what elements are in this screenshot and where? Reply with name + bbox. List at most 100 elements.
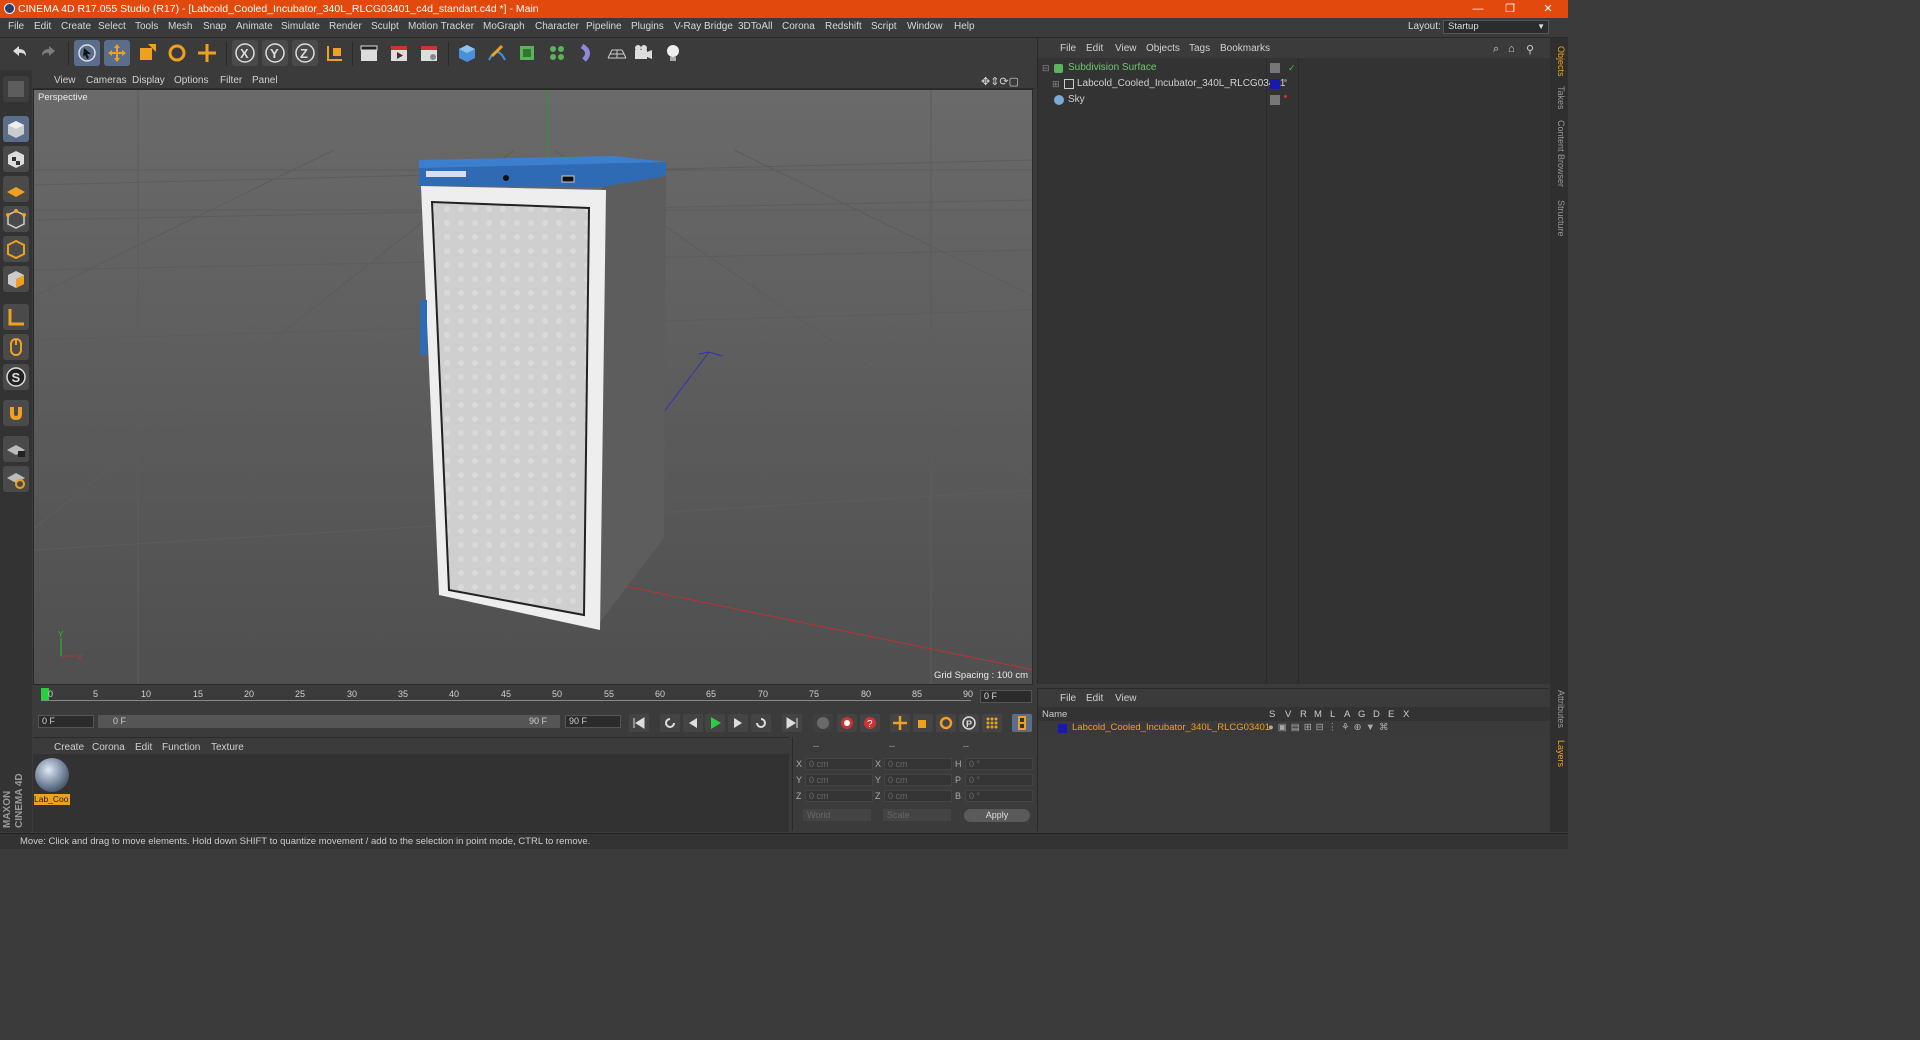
menu-simulate[interactable]: Simulate <box>281 21 320 32</box>
start-frame-field[interactable]: 0 F <box>38 715 94 728</box>
menu-create[interactable]: Create <box>61 21 91 32</box>
menu-script[interactable]: Script <box>871 21 897 32</box>
material-swatch[interactable] <box>35 758 69 792</box>
y-axis-lock[interactable]: Y <box>262 40 288 66</box>
layout-dropdown[interactable]: Startup ▼ <box>1443 20 1549 34</box>
menu-animate[interactable]: Animate <box>236 21 273 32</box>
obj-menu-bookmarks[interactable]: Bookmarks <box>1220 43 1270 54</box>
play-button[interactable] <box>705 714 725 732</box>
tab-layers[interactable]: Layers <box>1552 740 1566 767</box>
add-floor-button[interactable] <box>604 40 630 66</box>
vp-menu-display[interactable]: Display <box>132 75 165 86</box>
object-row-incubator[interactable]: ⊞ Labcold_Cooled_Incubator_340L_RLCG0340… <box>1038 76 1550 92</box>
size-z-field[interactable]: 0 cm <box>884 790 952 802</box>
menu-plugins[interactable]: Plugins <box>631 21 664 32</box>
mat-menu-texture[interactable]: Texture <box>211 742 244 753</box>
keyframe-selection-button[interactable]: ? <box>860 714 880 732</box>
scale-tool[interactable] <box>134 40 160 66</box>
position-x-field[interactable]: 0 cm <box>805 758 873 770</box>
record-point-level-button[interactable] <box>982 714 1002 732</box>
object-row-subdivision[interactable]: ⊟ Subdivision Surface ✓ <box>1038 60 1550 76</box>
snap-button[interactable] <box>3 400 29 426</box>
tab-takes[interactable]: Takes <box>1552 86 1566 110</box>
mat-menu-corona[interactable]: Corona <box>92 742 125 753</box>
menu-window[interactable]: Window <box>907 21 943 32</box>
menu-redshift[interactable]: Redshift <box>825 21 862 32</box>
size-x-field[interactable]: 0 cm <box>884 758 952 770</box>
texture-mode-button[interactable] <box>3 146 29 172</box>
menu-edit[interactable]: Edit <box>34 21 51 32</box>
solo-mode-button[interactable]: S <box>3 364 29 390</box>
edit-render-settings-button[interactable] <box>416 40 442 66</box>
edges-mode-button[interactable] <box>3 236 29 262</box>
add-pen-button[interactable] <box>484 40 510 66</box>
home-icon[interactable]: ⌂ <box>1508 43 1515 55</box>
go-to-end-button[interactable] <box>782 714 802 732</box>
transform-mode-dropdown[interactable]: Scale <box>883 809 951 821</box>
rotation-b-field[interactable]: 0 ° <box>965 790 1033 802</box>
menu-render[interactable]: Render <box>329 21 362 32</box>
locked-workplane-button[interactable] <box>3 436 29 462</box>
z-axis-lock[interactable]: Z <box>292 40 318 66</box>
menu-pipeline[interactable]: Pipeline <box>586 21 622 32</box>
tab-attributes[interactable]: Attributes <box>1552 690 1566 728</box>
menu-vray-bridge[interactable]: V-Ray Bridge <box>674 21 733 32</box>
workplane-mode-button[interactable] <box>3 176 29 202</box>
menu-corona[interactable]: Corona <box>782 21 815 32</box>
obj-menu-objects[interactable]: Objects <box>1146 43 1180 54</box>
size-y-field[interactable]: 0 cm <box>884 774 952 786</box>
layer-menu-edit[interactable]: Edit <box>1086 693 1103 704</box>
make-editable-button[interactable] <box>3 76 29 102</box>
add-mograph-button[interactable] <box>544 40 570 66</box>
end-frame-field[interactable]: 90 F <box>565 715 621 728</box>
viewport-navigation-icons[interactable]: ✥⇕⟳▢ <box>981 75 1019 88</box>
timeline-ruler[interactable]: 0 5 10 15 20 25 30 35 40 45 50 55 60 65 … <box>33 686 1035 714</box>
menu-motion-tracker[interactable]: Motion Tracker <box>408 21 474 32</box>
record-rotation-button[interactable] <box>936 714 956 732</box>
minimize-button[interactable]: — <box>1460 0 1496 18</box>
menu-mograph[interactable]: MoGraph <box>483 21 525 32</box>
obj-menu-file[interactable]: File <box>1060 43 1076 54</box>
record-parameter-button[interactable]: P <box>959 714 979 732</box>
expand-icon[interactable]: ⊞ <box>1052 76 1060 92</box>
menu-select[interactable]: Select <box>98 21 126 32</box>
tab-objects[interactable]: Objects <box>1552 46 1566 77</box>
rotation-h-field[interactable]: 0 ° <box>965 758 1033 770</box>
add-camera-button[interactable] <box>630 40 656 66</box>
last-tool[interactable] <box>194 40 220 66</box>
coordinate-space-dropdown[interactable]: World <box>803 809 871 821</box>
render-view-button[interactable] <box>356 40 382 66</box>
rotation-p-field[interactable]: 0 ° <box>965 774 1033 786</box>
vp-menu-options[interactable]: Options <box>174 75 208 86</box>
mat-menu-create[interactable]: Create <box>54 742 84 753</box>
restore-button[interactable]: ❐ <box>1492 0 1528 18</box>
obj-menu-view[interactable]: View <box>1115 43 1137 54</box>
menu-snap[interactable]: Snap <box>203 21 226 32</box>
rotate-tool[interactable] <box>164 40 190 66</box>
axis-mode-button[interactable] <box>3 304 29 330</box>
vp-menu-panel[interactable]: Panel <box>252 75 278 86</box>
vp-menu-filter[interactable]: Filter <box>220 75 242 86</box>
vp-menu-cameras[interactable]: Cameras <box>86 75 127 86</box>
mat-menu-function[interactable]: Function <box>162 742 200 753</box>
render-to-picture-viewer-button[interactable] <box>386 40 412 66</box>
object-row-sky[interactable]: Sky <box>1038 92 1550 108</box>
add-subdivision-button[interactable] <box>514 40 540 66</box>
enabled-check-icon[interactable]: ✓ <box>1288 60 1296 76</box>
menu-help[interactable]: Help <box>954 21 975 32</box>
record-position-button[interactable] <box>890 714 910 732</box>
live-selection-tool[interactable] <box>74 40 100 66</box>
next-frame-button[interactable] <box>728 714 748 732</box>
next-key-button[interactable] <box>751 714 771 732</box>
previous-frame-button[interactable] <box>683 714 703 732</box>
x-axis-lock[interactable]: X <box>232 40 258 66</box>
menu-file[interactable]: File <box>8 21 24 32</box>
material-name[interactable]: Lab_Coo <box>34 794 70 805</box>
current-frame-field[interactable]: 0 F <box>980 690 1032 703</box>
frame-range-slider[interactable]: 0 F 90 F <box>98 715 560 728</box>
close-button[interactable]: ✕ <box>1530 0 1566 18</box>
add-light-button[interactable] <box>660 40 686 66</box>
layer-menu-file[interactable]: File <box>1060 693 1076 704</box>
visibility-dot-icon[interactable] <box>1284 79 1287 82</box>
autokey-button[interactable] <box>837 714 857 732</box>
